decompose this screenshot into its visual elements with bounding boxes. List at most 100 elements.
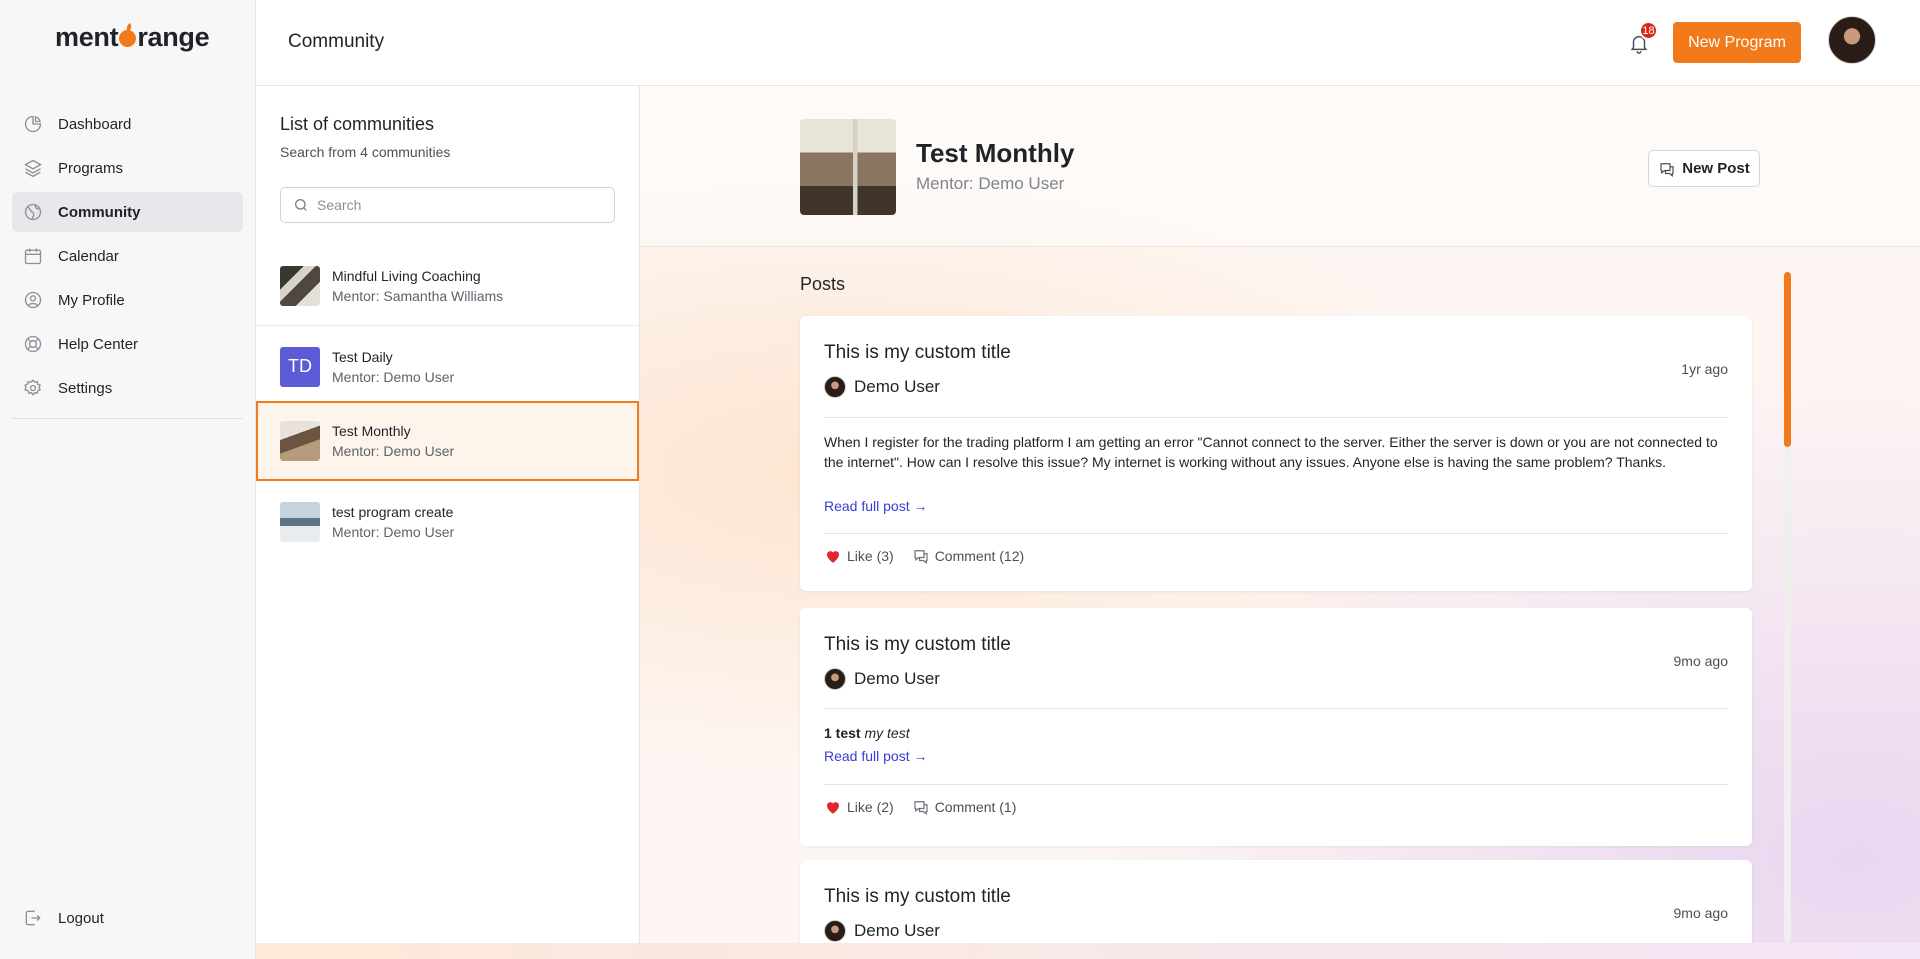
post-body: 1 test my test (824, 723, 1728, 743)
sidebar-item-community[interactable]: Community (12, 192, 243, 232)
post-time: 9mo ago (1673, 905, 1728, 921)
search-input[interactable] (317, 197, 597, 213)
sidebar-item-settings[interactable]: Settings (12, 368, 243, 408)
community-header: Test Monthly Mentor: Demo User New Post (640, 86, 1920, 247)
lifebuoy-icon (22, 333, 44, 355)
post-title[interactable]: This is my custom title (824, 886, 1011, 908)
heart-icon (827, 802, 839, 814)
community-thumbnail (280, 265, 320, 306)
community-item-test-daily[interactable]: TD Test Daily Mentor: Demo User (256, 327, 639, 407)
community-mentor-label: Mentor: Demo User (916, 174, 1065, 193)
comment-icon (914, 550, 928, 564)
post-body-bold: 1 test (824, 725, 861, 741)
author-avatar (824, 668, 846, 690)
community-thumbnail (280, 502, 320, 542)
sidebar-item-label: My Profile (58, 291, 125, 309)
community-text: Mindful Living Coaching Mentor: Samantha… (332, 268, 503, 304)
logout-container: Logout (12, 898, 243, 942)
new-program-button[interactable]: New Program (1673, 22, 1801, 63)
search-icon (295, 199, 307, 211)
community-detail: Test Monthly Mentor: Demo User New Post … (640, 86, 1920, 943)
community-list-panel: List of communities Search from 4 commun… (256, 86, 640, 943)
post-divider (824, 708, 1728, 709)
comment-button[interactable]: Comment (1) (912, 798, 1017, 816)
comment-button[interactable]: Comment (12) (912, 547, 1024, 565)
community-name: test program create (332, 504, 454, 520)
author-name: Demo User (854, 669, 940, 688)
post-actions: Like (2) Comment (1) (824, 798, 1034, 816)
like-button[interactable]: Like (3) (824, 547, 894, 565)
comment-icon (914, 801, 928, 815)
community-text: Test Daily Mentor: Demo User (332, 349, 454, 385)
like-button[interactable]: Like (2) (824, 798, 894, 816)
orange-logo-icon (119, 30, 137, 47)
new-post-label: New Post (1682, 160, 1750, 177)
comment-label: Comment (12) (934, 548, 1025, 564)
bottom-strip (256, 943, 1920, 959)
author-name: Demo User (854, 377, 940, 396)
sidebar-item-label: Dashboard (58, 115, 132, 133)
community-item-test-monthly[interactable]: Test Monthly Mentor: Demo User (256, 401, 639, 481)
like-label: Like (2) (847, 799, 894, 815)
sidebar-item-my-profile[interactable]: My Profile (12, 280, 243, 320)
sidebar-item-dashboard[interactable]: Dashboard (12, 104, 243, 144)
new-post-button[interactable]: New Post (1648, 150, 1760, 187)
sidebar-item-programs[interactable]: Programs (12, 148, 243, 188)
sidebar-item-help-center[interactable]: Help Center (12, 324, 243, 364)
post-actions: Like (3) Comment (12) (824, 547, 1042, 565)
community-item-test-program-create[interactable]: test program create Mentor: Demo User (256, 482, 639, 562)
community-text: test program create Mentor: Demo User (332, 504, 454, 540)
author-name: Demo User (854, 921, 940, 940)
top-bar: Community 18 New Program (256, 0, 1920, 86)
heart-icon (827, 551, 839, 563)
search-container (280, 187, 615, 223)
sidebar-item-label: Community (58, 203, 141, 221)
author-avatar (824, 376, 846, 398)
post-title[interactable]: This is my custom title (824, 342, 1011, 364)
sidebar-nav: Dashboard Programs Community Calendar My… (12, 104, 243, 412)
post-divider (824, 417, 1728, 418)
scrollbar-thumb[interactable] (1784, 272, 1791, 447)
sidebar-item-label: Programs (58, 159, 124, 177)
community-item-mindful-living[interactable]: Mindful Living Coaching Mentor: Samantha… (256, 246, 639, 326)
logout-label: Logout (58, 909, 104, 927)
community-title: Test Monthly (916, 138, 1075, 168)
community-thumbnail (280, 421, 320, 461)
post-author: Demo User (824, 668, 940, 690)
community-name: Test Monthly (332, 423, 411, 439)
community-name: Test Daily (332, 348, 393, 365)
user-circle-icon (22, 289, 44, 311)
post-card: This is my custom title 1yr ago Demo Use… (800, 316, 1752, 591)
post-body-italic: my test (864, 725, 910, 741)
sidebar-item-label: Help Center (58, 335, 139, 353)
post-card: This is my custom title 9mo ago Demo Use… (800, 608, 1752, 846)
community-mentor: Mentor: Demo User (332, 368, 455, 385)
read-full-post-link[interactable]: Read full post → (824, 748, 928, 764)
community-mentor: Mentor: Demo User (332, 524, 455, 540)
community-cover-image (800, 119, 896, 215)
logout-icon (22, 907, 44, 929)
logo-text-prefix: ment (55, 22, 119, 52)
post-author: Demo User (824, 920, 940, 942)
user-avatar[interactable] (1828, 16, 1876, 64)
post-title[interactable]: This is my custom title (824, 634, 1011, 656)
sidebar-item-calendar[interactable]: Calendar (12, 236, 243, 276)
read-full-post-link[interactable]: Read full post → (824, 498, 928, 514)
community-initials-avatar: TD (280, 346, 320, 387)
post-divider (824, 784, 1728, 785)
page-title: Community (288, 31, 385, 52)
community-text: Test Monthly Mentor: Demo User (332, 423, 454, 459)
app-logo[interactable]: ment range (55, 22, 210, 53)
layers-icon (22, 157, 44, 179)
community-mentor: Mentor: Demo User (332, 443, 455, 459)
community-name: Mindful Living Coaching (332, 267, 481, 284)
comment-label: Comment (1) (934, 799, 1017, 815)
logout-button[interactable]: Logout (12, 898, 243, 938)
like-label: Like (3) (847, 548, 894, 564)
community-list-title: List of communities (280, 114, 435, 134)
community-list-subtitle: Search from 4 communities (280, 144, 451, 160)
community-mentor: Mentor: Samantha Williams (332, 287, 504, 304)
sidebar: ment range Dashboard Programs Community C… (0, 0, 256, 959)
logo-text-suffix: range (137, 22, 210, 52)
calendar-icon (22, 245, 44, 267)
